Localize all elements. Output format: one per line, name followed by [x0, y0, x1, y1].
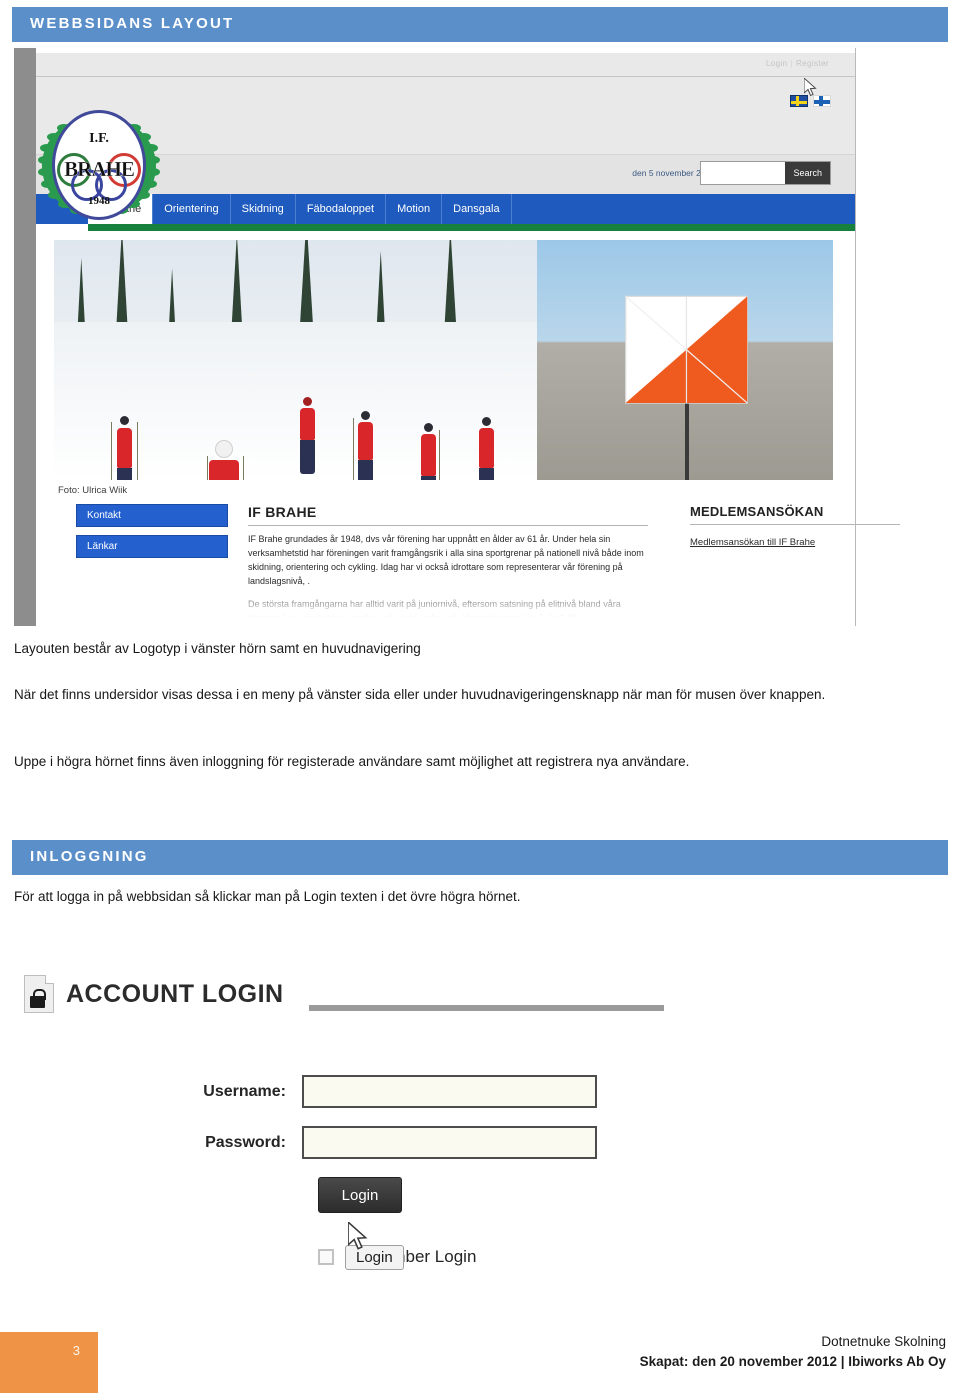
- footer-line-1: Dotnetnuke Skolning: [821, 1334, 946, 1349]
- section-heading-inloggning: INLOGGNING: [12, 840, 948, 875]
- logo-text-year: 1948: [88, 195, 110, 207]
- mouse-cursor-icon: [804, 78, 817, 97]
- content-title: IF BRAHE: [248, 504, 317, 520]
- username-input[interactable]: [302, 1075, 597, 1108]
- if-brahe-logo[interactable]: I.F. BRAHE 1948: [38, 106, 160, 224]
- account-login-form: Username: Password: Login: [194, 1075, 597, 1213]
- aside-title-rule: [690, 524, 900, 525]
- nav-item-motion[interactable]: Motion: [386, 194, 443, 224]
- mouse-cursor-icon-login: [348, 1222, 368, 1250]
- paragraph-4-text: För att logga in på webbsidan så klickar…: [14, 889, 521, 904]
- logo-oval: I.F. BRAHE 1948: [52, 110, 146, 220]
- username-row: Username:: [194, 1075, 597, 1108]
- paragraph-submenu-description: När det finns undersidor visas dessa i e…: [14, 684, 946, 706]
- right-aside-column: MEDLEMSANSÖKAN Medlemsansökan till IF Br…: [690, 504, 900, 550]
- logo-text-if: I.F.: [89, 131, 109, 146]
- paragraph-1-text: Layouten består av Logotyp i vänster hör…: [14, 641, 421, 656]
- search-input[interactable]: [701, 162, 786, 184]
- footer-meta: Dotnetnuke Skolning Skapat: den 20 novem…: [640, 1332, 946, 1373]
- username-label: Username:: [203, 1082, 286, 1100]
- account-login-header: ACCOUNT LOGIN: [24, 975, 284, 1013]
- nav-green-underline: [88, 224, 855, 231]
- paragraph-3-text: Uppe i högra hörnet finns även inloggnin…: [14, 754, 690, 769]
- logo-text-brahe: BRAHE: [64, 157, 135, 181]
- content-paragraph-1: IF Brahe grundades år 1948, dvs vår före…: [248, 534, 644, 586]
- orienteering-control-flag-photo: [536, 240, 833, 480]
- lock-glyph: [30, 989, 46, 1008]
- sidebar-item-lankar[interactable]: Länkar: [76, 535, 228, 558]
- cross-country-skiers-photo: [54, 240, 537, 480]
- sidebar-item-kontakt[interactable]: Kontakt: [76, 504, 228, 527]
- password-input[interactable]: [302, 1126, 597, 1159]
- main-content-column: IF BRAHE IF Brahe grundades år 1948, dvs…: [248, 504, 648, 626]
- document-lock-icon: [24, 975, 54, 1013]
- login-link[interactable]: Login: [766, 59, 788, 68]
- paragraph-login-description: Uppe i högra hörnet finns även inloggnin…: [14, 754, 946, 769]
- hero-banner: [54, 240, 833, 480]
- remember-login-checkbox[interactable]: [318, 1249, 334, 1265]
- site-search[interactable]: Search: [700, 161, 831, 185]
- login-register-separator: |: [790, 59, 793, 68]
- footer-line-2: Skapat: den 20 november 2012 | Ibiworks …: [639, 1354, 946, 1370]
- register-link[interactable]: Register: [796, 59, 829, 68]
- account-login-title: ACCOUNT LOGIN: [66, 979, 284, 1008]
- nav-item-skidning[interactable]: Skidning: [231, 194, 296, 224]
- membership-application-link[interactable]: Medlemsansökan till IF Brahe: [690, 537, 815, 548]
- content-paragraph-2: De största framgångarna har alltid varit…: [248, 598, 621, 623]
- password-row: Password:: [194, 1126, 597, 1159]
- account-login-rule: [309, 1005, 664, 1011]
- dnn-top-utility-bar: Login | Register: [36, 53, 855, 77]
- document-fold: [45, 975, 54, 984]
- paragraph-2-text: När det finns undersidor visas dessa i e…: [14, 687, 826, 702]
- website-screenshot: Login | Register den 5 november 2012 Searc…: [14, 48, 944, 626]
- nav-item-orientering[interactable]: Orientering: [153, 194, 231, 224]
- login-register-links[interactable]: Login | Register: [766, 59, 829, 68]
- screenshot-left-rail: [14, 48, 36, 626]
- page-number: 3: [72, 1343, 80, 1358]
- section-heading-webbsidans-layout: WEBBSIDANS LAYOUT: [12, 7, 948, 42]
- left-sidebar: Kontakt Länkar: [76, 504, 228, 566]
- photo-credit: Foto: Ulrica Wiik: [58, 485, 128, 496]
- nav-item-fabodaloppet[interactable]: Fäbodaloppet: [296, 194, 387, 224]
- paragraph-login-instruction: För att logga in på webbsidan så klickar…: [14, 889, 946, 904]
- content-title-rule: [248, 525, 648, 526]
- paragraph-layout-description: Layouten består av Logotyp i vänster hör…: [14, 641, 946, 656]
- search-button[interactable]: Search: [785, 162, 830, 184]
- page-number-block: 3: [0, 1332, 98, 1393]
- aside-title: MEDLEMSANSÖKAN: [690, 504, 824, 519]
- nav-item-dansgala[interactable]: Dansgala: [442, 194, 512, 224]
- dnn-page: Login | Register den 5 november 2012 Searc…: [36, 48, 900, 626]
- password-label: Password:: [205, 1133, 286, 1151]
- login-button[interactable]: Login: [318, 1177, 402, 1213]
